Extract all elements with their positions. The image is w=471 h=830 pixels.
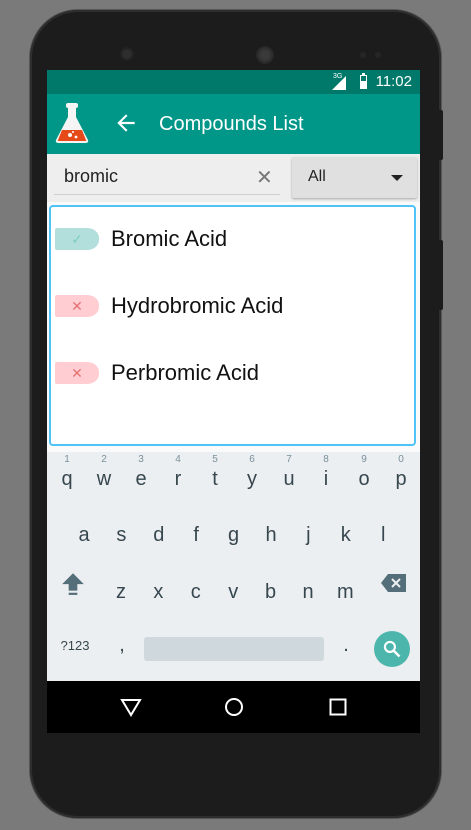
key-r[interactable]: 4r xyxy=(163,454,193,491)
status-bar: 3G 11:02 xyxy=(47,70,420,94)
key-v[interactable]: v xyxy=(218,581,248,604)
key-i[interactable]: 8i xyxy=(311,454,341,491)
page-title: Compounds List xyxy=(159,113,304,135)
back-arrow-icon[interactable] xyxy=(113,110,139,136)
key-f[interactable]: f xyxy=(181,524,211,547)
front-camera xyxy=(122,49,132,59)
key-h[interactable]: h xyxy=(256,524,286,547)
key-x[interactable]: x xyxy=(143,581,173,604)
cross-badge-icon: ✕ xyxy=(55,295,99,317)
key-hint-o: 9 xyxy=(361,454,367,465)
search-input[interactable] xyxy=(54,159,280,195)
list-item[interactable]: ✕ Perbromic Acid xyxy=(55,354,410,394)
proximity-sensor xyxy=(360,52,366,58)
key-hint-t: 5 xyxy=(212,454,218,465)
status-time: 11:02 xyxy=(375,73,412,90)
flask-icon xyxy=(55,103,89,143)
key-w[interactable]: 2w xyxy=(89,454,119,491)
key-b[interactable]: b xyxy=(256,581,286,604)
clear-icon[interactable]: ✕ xyxy=(256,165,273,190)
key-p[interactable]: 0p xyxy=(386,454,416,491)
nav-back-icon[interactable] xyxy=(120,697,142,717)
key-c[interactable]: c xyxy=(181,581,211,604)
key-hint-e: 3 xyxy=(138,454,144,465)
key-q[interactable]: 1q xyxy=(52,454,82,491)
results-list: ✓ Bromic Acid ✕ Hydrobromic Acid ✕ Perbr… xyxy=(49,205,416,446)
key-o[interactable]: 9o xyxy=(349,454,379,491)
filter-dropdown[interactable]: All xyxy=(292,157,417,198)
space-key[interactable] xyxy=(144,637,324,661)
key-d[interactable]: d xyxy=(144,524,174,547)
key-hint-u: 7 xyxy=(286,454,292,465)
key-label: q xyxy=(61,468,73,490)
key-j[interactable]: j xyxy=(293,524,323,547)
search-bar: ✕ All xyxy=(47,154,420,202)
backspace-icon[interactable] xyxy=(380,572,408,594)
key-label: r xyxy=(174,468,182,490)
navigation-bar xyxy=(47,681,420,733)
key-g[interactable]: g xyxy=(219,524,249,547)
battery-icon xyxy=(360,73,367,89)
key-a[interactable]: a xyxy=(69,524,99,547)
key-e[interactable]: 3e xyxy=(126,454,156,491)
key-u[interactable]: 7u xyxy=(274,454,304,491)
search-icon xyxy=(383,640,401,658)
signal-icon xyxy=(332,76,346,90)
key-hint-w: 2 xyxy=(101,454,107,465)
key-s[interactable]: s xyxy=(106,524,136,547)
shift-icon[interactable] xyxy=(60,570,86,596)
key-label: o xyxy=(358,468,370,490)
compound-name: Bromic Acid xyxy=(111,226,228,251)
power-button xyxy=(438,240,443,310)
key-label: i xyxy=(323,468,329,490)
soft-keyboard: 1q2w3e4r5t6y7u8i9o0p asdfghjkl zxcvbnm ?… xyxy=(47,452,420,681)
key-z[interactable]: z xyxy=(106,581,136,604)
key-n[interactable]: n xyxy=(293,581,323,604)
earpiece-speaker xyxy=(256,46,274,64)
key-m[interactable]: m xyxy=(330,581,360,604)
key-label: w xyxy=(96,468,112,490)
compound-name: Perbromic Acid xyxy=(111,360,259,385)
cross-badge-icon: ✕ xyxy=(55,362,99,384)
key-l[interactable]: l xyxy=(368,524,398,547)
key-k[interactable]: k xyxy=(331,524,361,547)
key-t[interactable]: 5t xyxy=(200,454,230,491)
device-screen: 3G 11:02 Compounds List ✕ All ✓ Bromic A… xyxy=(47,70,420,733)
keyboard-search-button[interactable] xyxy=(374,631,410,667)
key-label: t xyxy=(212,468,218,490)
key-hint-r: 4 xyxy=(175,454,181,465)
symbols-key[interactable]: ?123 xyxy=(57,638,93,653)
nav-recents-icon[interactable] xyxy=(329,698,347,716)
comma-key[interactable]: , xyxy=(107,634,137,657)
key-hint-y: 6 xyxy=(249,454,255,465)
filter-selected-value: All xyxy=(308,168,326,185)
key-hint-p: 0 xyxy=(398,454,404,465)
list-item[interactable]: ✓ Bromic Acid xyxy=(55,220,410,260)
key-label: e xyxy=(135,468,147,490)
key-y[interactable]: 6y xyxy=(237,454,267,491)
period-key[interactable]: . xyxy=(331,634,361,657)
list-item[interactable]: ✕ Hydrobromic Acid xyxy=(55,287,410,327)
nav-home-icon[interactable] xyxy=(224,697,244,717)
compound-name: Hydrobromic Acid xyxy=(111,293,284,318)
key-label: y xyxy=(247,468,257,490)
dropdown-arrow-icon xyxy=(391,175,403,181)
key-hint-i: 8 xyxy=(323,454,329,465)
light-sensor xyxy=(375,52,381,58)
key-hint-q: 1 xyxy=(64,454,70,465)
volume-button xyxy=(438,110,443,160)
key-label: u xyxy=(283,468,295,490)
check-badge-icon: ✓ xyxy=(55,228,99,250)
key-label: p xyxy=(395,468,407,490)
app-bar: Compounds List xyxy=(47,94,420,154)
